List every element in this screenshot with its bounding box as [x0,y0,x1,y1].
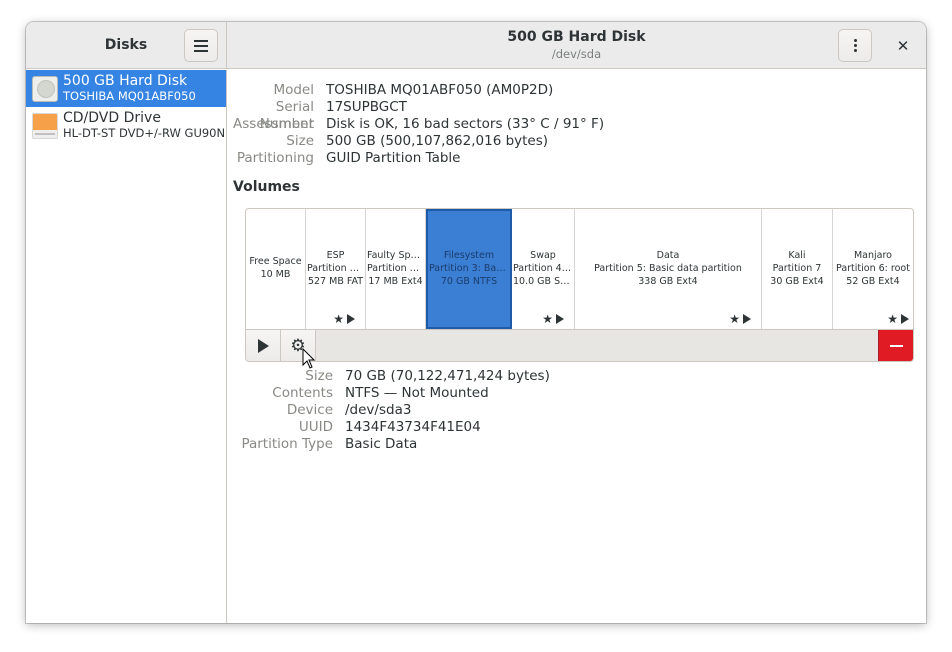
volume-filesystem[interactable]: Filesystem Partition 3: Basic d... 70 GB… [426,209,512,329]
volume-partition: Partition 6: root [836,263,910,274]
minus-icon [889,345,903,347]
volume-partition: Partition 1: E... [307,263,365,274]
volume-label: Free Space [249,256,302,267]
disk-details: Model TOSHIBA MQ01ABF050 (AM0P2D) Serial … [228,70,926,623]
volume-size: 17 MB Ext4 [368,276,423,287]
close-icon: ✕ [896,37,910,55]
volume-size: 52 GB Ext4 [846,276,900,287]
drive-name: 500 GB Hard Disk [63,72,188,89]
volume-partition: Partition 4: s... [513,263,574,274]
volume-partition: Partition 7 [772,263,822,274]
size-value: 500 GB (500,107,862,016 bytes) [326,133,549,149]
serial-value: 17SUPBGCT [326,99,407,115]
volume-label: Kali [788,250,806,261]
volume-label: ESP [326,250,345,261]
star-icon: ★ [729,312,740,326]
disk-title: 500 GB Hard Disk [507,29,646,45]
partitioning-value: GUID Partition Table [326,150,461,166]
drive-item-cd-dvd[interactable]: CD/DVD Drive HL-DT-ST DVD+/-RW GU90N [26,107,226,144]
partitioning-label: Partitioning [236,150,314,166]
volume-label: Swap [530,250,556,261]
assessment-label: Assessment [233,116,314,132]
vol-uuid-label: UUID [298,419,333,435]
vol-ptype-label: Partition Type [241,436,333,452]
vol-uuid-value: 1434F43734F41E04 [345,419,481,435]
volume-label: Filesystem [443,250,495,261]
hard-disk-icon [32,75,58,102]
volume-esp[interactable]: ESP Partition 1: E... 527 MB FAT ★ [306,209,366,329]
vertical-dots-icon [853,37,857,54]
model-value: TOSHIBA MQ01ABF050 (AM0P2D) [326,82,554,98]
volume-size: 10 MB [260,269,291,280]
volume-manjaro[interactable]: Manjaro Partition 6: root 52 GB Ext4 ★ [833,209,913,329]
volume-label: Manjaro [853,250,892,261]
drive-name: CD/DVD Drive [63,109,161,126]
close-button[interactable]: ✕ [892,35,914,57]
volume-label: Data [656,250,680,261]
assessment-value: Disk is OK, 16 bad sectors (33° C / 91° … [326,116,605,132]
menu-button[interactable] [184,29,218,62]
delete-partition-button[interactable] [878,330,913,361]
volume-free-space[interactable]: Free Space 10 MB [246,209,306,329]
disk-device-path: /dev/sda [551,47,602,61]
drive-model: TOSHIBA MQ01ABF050 [63,88,196,103]
volume-size: 10.0 GB Swap [513,276,574,287]
mount-button[interactable] [246,330,281,361]
volume-data[interactable]: Data Partition 5: Basic data partition 3… [575,209,762,329]
volume-size: 30 GB Ext4 [770,276,824,287]
disk-properties: Model TOSHIBA MQ01ABF050 (AM0P2D) Serial … [228,82,604,167]
volume-map: Free Space 10 MB ESP Partition 1: E... 5… [246,209,913,329]
volume-partition: Partition 2: ... [367,263,425,274]
vol-device-label: Device [286,402,333,418]
volume-faulty-space[interactable]: Faulty Space Partition 2: ... 17 MB Ext4 [366,209,426,329]
play-icon [556,314,564,324]
serial-label: Serial Number [259,99,314,132]
vol-size-label: Size [305,368,333,384]
vol-contents-value: NTFS — Not Mounted [345,385,489,401]
play-icon [901,314,909,324]
drive-item-hard-disk[interactable]: 500 GB Hard Disk TOSHIBA MQ01ABF050 [26,70,226,107]
size-label: Size [286,133,314,149]
hamburger-menu-icon [194,37,208,55]
volume-partition: Partition 5: Basic data partition [594,263,742,274]
volume-partition: Partition 3: Basic d... [429,263,510,274]
mouse-cursor-icon [302,348,316,369]
vol-size-value: 70 GB (70,122,471,424 bytes) [345,368,550,384]
sidebar-header: Disks [26,22,227,68]
play-icon [347,314,355,324]
volumes-heading: Volumes [233,179,300,195]
optical-drive-icon [32,112,58,139]
volume-kali[interactable]: Kali Partition 7 30 GB Ext4 [762,209,833,329]
drive-options-button[interactable] [838,29,872,62]
vol-device-value: /dev/sda3 [345,402,412,418]
volume-size: 70 GB NTFS [440,276,498,287]
model-label: Model [273,82,314,98]
star-icon: ★ [887,312,898,326]
disks-window: Disks 500 GB Hard Disk /dev/sda ✕ 500 GB… [26,22,926,623]
main-header: 500 GB Hard Disk /dev/sda ✕ [227,22,926,68]
volume-size: 338 GB Ext4 [638,276,698,287]
volume-details: Size 70 GB (70,122,471,424 bytes) Content… [228,368,550,453]
star-icon: ★ [333,312,344,326]
volume-label: Faulty Space [367,250,425,261]
drive-list: 500 GB Hard Disk TOSHIBA MQ01ABF050 CD/D… [26,70,227,623]
star-icon: ★ [542,312,553,326]
header-bar: Disks 500 GB Hard Disk /dev/sda ✕ [26,22,926,69]
vol-contents-label: Contents [272,385,333,401]
volume-swap[interactable]: Swap Partition 4: s... 10.0 GB Swap ★ [512,209,575,329]
play-icon [257,339,269,353]
vol-ptype-value: Basic Data [345,436,418,452]
drive-model: HL-DT-ST DVD+/-RW GU90N [63,125,226,140]
volume-size: 527 MB FAT [307,276,364,287]
volume-toolbar: ⚙ [246,329,913,361]
play-icon [743,314,751,324]
volumes-panel: Free Space 10 MB ESP Partition 1: E... 5… [245,208,914,362]
